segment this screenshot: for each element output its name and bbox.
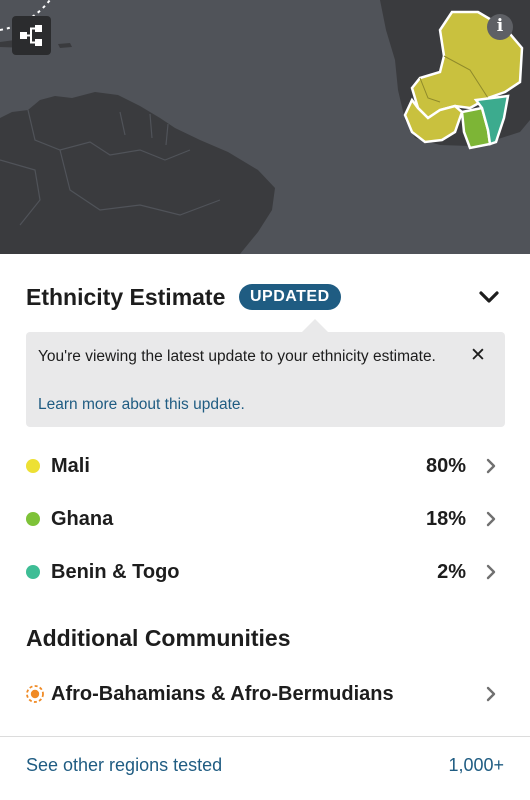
chevron-right-icon [486, 564, 496, 580]
other-regions-count[interactable]: 1,000+ [448, 752, 504, 778]
additional-communities-title: Additional Communities [26, 625, 291, 651]
region-name: Benin & Togo [51, 561, 180, 583]
learn-more-link[interactable]: Learn more about this update. [38, 393, 245, 417]
update-notice: You're viewing the latest update to your… [26, 319, 505, 427]
region-row-mali[interactable]: Mali 80% [0, 444, 530, 488]
mali-color-dot-icon [26, 459, 40, 473]
chevron-down-icon[interactable] [478, 288, 500, 306]
map-land-icon [0, 0, 530, 254]
chevron-right-icon [486, 686, 496, 702]
notice-pointer [301, 319, 329, 333]
divider [0, 736, 530, 737]
family-tree-button[interactable] [12, 16, 51, 55]
region-percent: 18% [425, 508, 466, 530]
other-regions-link[interactable]: See other regions tested [26, 752, 222, 778]
notice-text: You're viewing the latest update to your… [38, 348, 436, 365]
region-row-ghana[interactable]: Ghana 18% [0, 497, 530, 541]
region-percent: 2% [437, 561, 466, 583]
info-button[interactable]: i [487, 14, 513, 40]
chevron-right-icon [486, 458, 496, 474]
chevron-right-icon [486, 511, 496, 527]
updated-badge: UPDATED [239, 284, 341, 310]
region-percent: 80% [425, 455, 466, 477]
ghana-color-dot-icon [26, 512, 40, 526]
info-icon: i [496, 16, 504, 36]
close-icon[interactable]: ✕ [466, 344, 490, 368]
region-name: Ghana [51, 508, 114, 530]
region-name: Mali [51, 455, 90, 477]
community-row[interactable]: Afro-Bahamians & Afro-Bermudians [0, 672, 530, 716]
community-dot-icon [26, 685, 44, 703]
region-row-benin-togo[interactable]: Benin & Togo 2% [0, 550, 530, 594]
benin-togo-color-dot-icon [26, 565, 40, 579]
family-tree-icon [20, 25, 42, 46]
ethnicity-title: Ethnicity Estimate [26, 284, 226, 310]
ethnicity-header[interactable]: Ethnicity Estimate UPDATED [26, 282, 506, 312]
ethnicity-panel: Ethnicity Estimate UPDATED You're viewin… [0, 254, 530, 800]
community-name: Afro-Bahamians & Afro-Bermudians [51, 683, 394, 705]
ethnicity-map[interactable]: i [0, 0, 530, 254]
